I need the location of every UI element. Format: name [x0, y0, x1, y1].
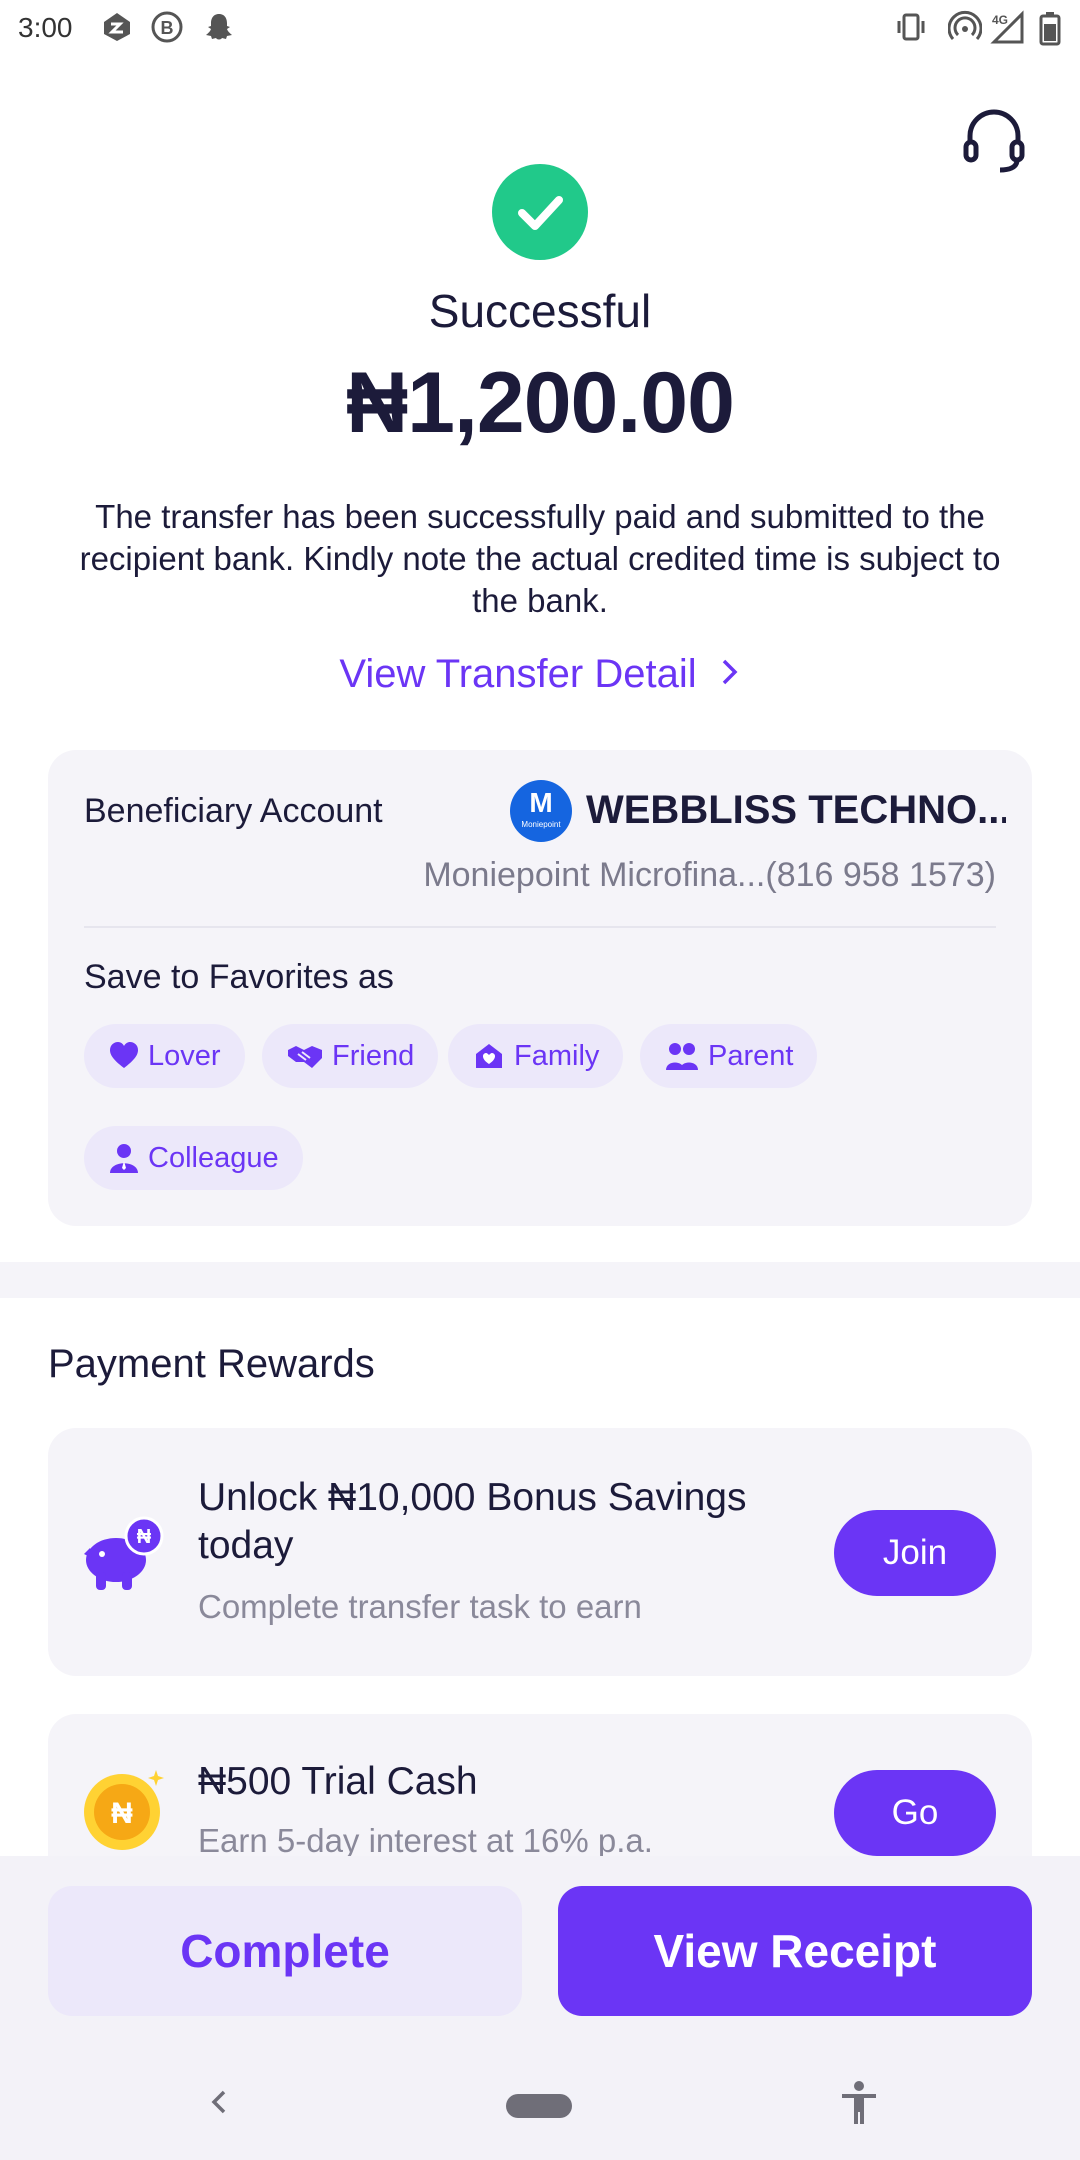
reward-title: ₦500 Trial Cash	[198, 1760, 478, 1803]
svg-text:4G: 4G	[992, 13, 1008, 27]
favorite-chip-label: Lover	[148, 1039, 221, 1072]
svg-text:₦: ₦	[111, 1797, 133, 1830]
favorite-chip-label: Friend	[332, 1039, 415, 1072]
section-separator	[0, 1262, 1080, 1298]
snapchat-icon	[206, 14, 232, 40]
favorites-label: Save to Favorites as	[84, 958, 394, 996]
reward-subtitle: Earn 5-day interest at 16% p.a.	[198, 1822, 653, 1859]
favorite-chip-label: Family	[514, 1039, 600, 1072]
view-transfer-detail-label: View Transfer Detail	[339, 652, 697, 696]
reward-title: Unlock ₦10,000 Bonus Savings today	[198, 1476, 747, 1567]
signal-4g-icon: 4G	[990, 10, 1024, 44]
beneficiary-card: Beneficiary Account M Moniepoint WEBBLIS…	[48, 750, 1032, 1226]
person-icon	[110, 1144, 138, 1173]
favorite-chip-friend[interactable]: Friend	[262, 1024, 439, 1088]
favorite-chip-label: Parent	[708, 1039, 794, 1072]
beneficiary-label: Beneficiary Account	[84, 792, 383, 830]
divider	[84, 926, 996, 928]
favorite-chip-colleague[interactable]: Colleague	[84, 1126, 303, 1190]
accessibility-icon[interactable]	[838, 2080, 880, 2128]
b-circle-icon: B	[151, 11, 183, 43]
status-description: The transfer has been successfully paid …	[79, 498, 1001, 619]
home-heart-icon	[476, 1044, 502, 1068]
battery-icon	[1039, 12, 1061, 46]
complete-button[interactable]: Complete	[48, 1886, 522, 2016]
heart-icon	[110, 1042, 138, 1068]
favorite-chip-parent[interactable]: Parent	[640, 1024, 818, 1088]
back-icon[interactable]	[204, 2082, 234, 2122]
favorite-chip-family[interactable]: Family	[448, 1024, 624, 1088]
go-button[interactable]: Go	[834, 1770, 996, 1856]
view-receipt-button[interactable]: View Receipt	[558, 1886, 1032, 2016]
coin-icon: ₦	[84, 1770, 164, 1850]
favorite-chip-label: Colleague	[148, 1141, 279, 1174]
hotspot-icon	[948, 10, 982, 40]
join-button[interactable]: Join	[834, 1510, 996, 1596]
piggy-bank-icon: ₦	[84, 1516, 164, 1590]
vibrate-icon	[897, 13, 925, 41]
beneficiary-bank: Moniepoint Microfina...(816 958 1573)	[423, 856, 996, 894]
people-icon	[666, 1043, 698, 1070]
bank-logo: M Moniepoint	[510, 780, 572, 842]
status-time: 3:00	[18, 12, 73, 43]
handshake-icon	[288, 1046, 322, 1068]
view-transfer-detail-link[interactable]: View Transfer Detail	[0, 652, 1080, 697]
svg-text:B: B	[161, 18, 174, 38]
success-check-icon	[492, 164, 588, 260]
chevron-right-icon	[719, 652, 741, 697]
app-icon	[104, 13, 130, 41]
svg-text:₦: ₦	[137, 1526, 152, 1548]
status-title: Successful	[428, 285, 652, 337]
rewards-title: Payment Rewards	[48, 1342, 375, 1386]
status-bar: 3:00 B 4G	[0, 0, 1080, 58]
beneficiary-name: WEBBLISS TECHNO...	[586, 788, 1006, 832]
home-pill[interactable]	[506, 2094, 572, 2118]
reward-card-bonus-savings[interactable]: ₦ Unlock ₦10,000 Bonus Savings today Com…	[48, 1428, 1032, 1676]
amount: ₦1,200.00	[346, 355, 735, 451]
headset-icon[interactable]	[960, 106, 1028, 174]
favorite-chip-lover[interactable]: Lover	[84, 1024, 245, 1088]
reward-subtitle: Complete transfer task to earn	[198, 1588, 642, 1625]
